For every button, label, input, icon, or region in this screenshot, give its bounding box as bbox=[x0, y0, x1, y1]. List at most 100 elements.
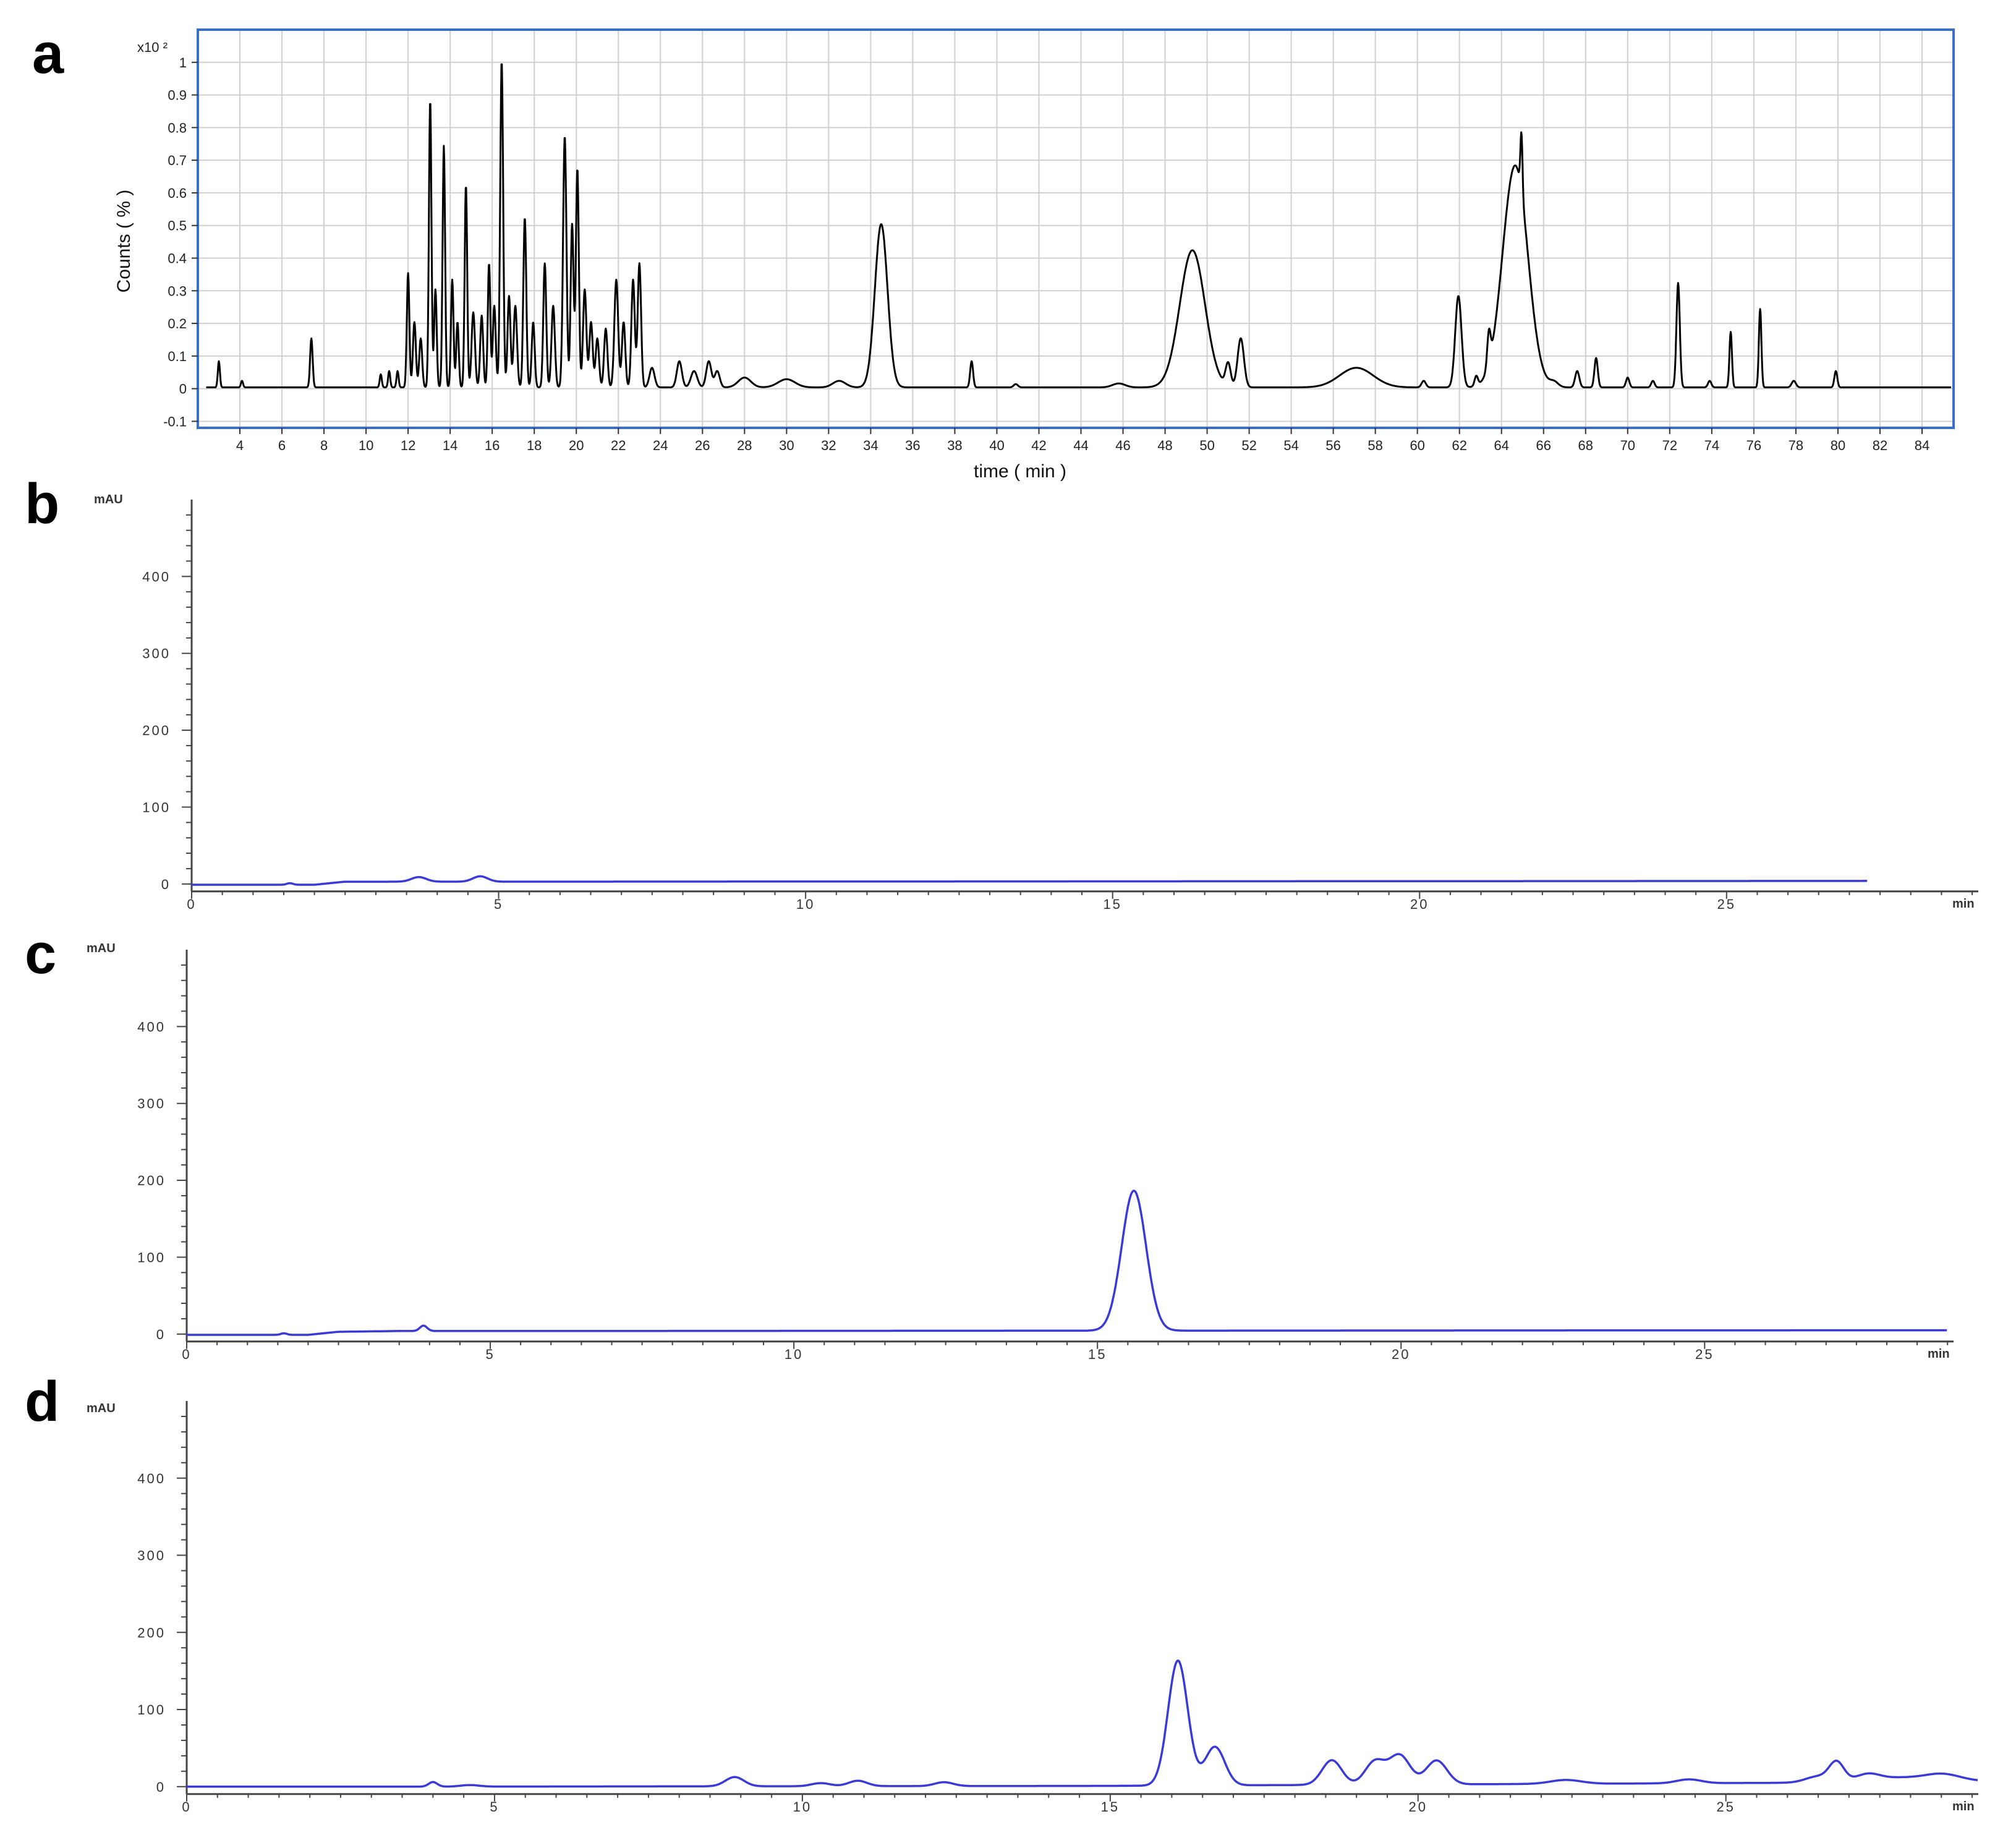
x-tick-label: 12 bbox=[401, 438, 415, 453]
y-tick-label: 300 bbox=[142, 646, 171, 662]
x-tick-label: 0 bbox=[182, 1347, 191, 1362]
y-tick-label: -0.1 bbox=[163, 414, 187, 429]
y-tick-label: 0.4 bbox=[168, 251, 187, 266]
x-tick-label: 72 bbox=[1662, 438, 1677, 453]
y-tick-label: 0 bbox=[161, 877, 171, 892]
chart-c-chromatogram: 0 100 200 300 400 mAU min 0 5 10 15 20 25 bbox=[87, 942, 1954, 1362]
x-tick-label: 10 bbox=[359, 438, 373, 453]
y-tick-label: 0.7 bbox=[168, 153, 187, 168]
y-tick-label: 0.1 bbox=[168, 349, 187, 364]
plot-frame bbox=[197, 28, 1955, 429]
y-tick-label: 0.9 bbox=[168, 88, 187, 103]
x-tick-label: 15 bbox=[1101, 1799, 1120, 1815]
y-tick-label: 0 bbox=[179, 381, 187, 397]
chart-a-mass-spectrum: -0.100.10.20.30.40.50.60.70.80.914 6 8 10 12… bbox=[114, 28, 1955, 482]
x-tick-label: 25 bbox=[1695, 1347, 1714, 1362]
x-tick-label: 82 bbox=[1873, 438, 1887, 453]
x-tick-label: 4 bbox=[236, 438, 244, 453]
x-tick-label: 48 bbox=[1157, 438, 1172, 453]
x-tick-label: 74 bbox=[1704, 438, 1719, 453]
x-tick-label: 52 bbox=[1241, 438, 1256, 453]
x-tick-label: 8 bbox=[320, 438, 328, 453]
y-unit-label: mAU bbox=[94, 493, 123, 506]
x-tick-label: 15 bbox=[1103, 896, 1121, 912]
y-tick-label: 100 bbox=[142, 799, 171, 815]
y-tick-label: 400 bbox=[137, 1019, 166, 1034]
x-unit-label: min bbox=[1952, 1800, 1975, 1813]
x-tick-label: 58 bbox=[1368, 438, 1382, 453]
x-tick-label: 46 bbox=[1115, 438, 1130, 453]
y-tick-label: 0 bbox=[156, 1327, 166, 1342]
chart-b-chromatogram: 0 100 200 300 400 mAU min 0 5 10 15 20 25 bbox=[94, 493, 1978, 912]
x-tick-label: 64 bbox=[1494, 438, 1509, 453]
x-tick-label: 56 bbox=[1325, 438, 1340, 453]
y-tick-label: 200 bbox=[137, 1625, 166, 1640]
x-tick-label: 22 bbox=[611, 438, 626, 453]
x-tick-label: 20 bbox=[1409, 1799, 1427, 1815]
y-tick-label: 1 bbox=[179, 55, 187, 70]
x-tick-label: 5 bbox=[485, 1347, 495, 1362]
y-tick-label: 0.2 bbox=[168, 316, 187, 331]
x-tick-label: 80 bbox=[1831, 438, 1845, 453]
x-tick-label: 6 bbox=[278, 438, 286, 453]
y-tick-label: 300 bbox=[137, 1096, 166, 1112]
y-tick-label: 0 bbox=[156, 1779, 166, 1795]
x-tick-label: 36 bbox=[905, 438, 920, 453]
x-tick-label: 10 bbox=[793, 1799, 812, 1815]
x-tick-label: 0 bbox=[182, 1799, 191, 1815]
figure-canvas: a b c d -0.1 0 0.1 0.2 0.3 0.4 0.5 0.6 0.7 0.8 0.9… bbox=[25, 22, 1978, 1815]
x-tick-label: 44 bbox=[1073, 438, 1088, 453]
x-tick-label: 34 bbox=[863, 438, 878, 453]
y-unit-label: mAU bbox=[87, 1402, 116, 1415]
x-tick-label: 40 bbox=[989, 438, 1004, 453]
x-tick-label: 16 bbox=[485, 438, 500, 453]
y-tick-label: 400 bbox=[142, 569, 171, 584]
x-tick-label: 25 bbox=[1716, 1799, 1735, 1815]
panel-label-c: c bbox=[25, 922, 56, 986]
uv-trace-line bbox=[186, 1659, 1978, 1788]
x-tick-label: 26 bbox=[695, 438, 710, 453]
uv-trace-line bbox=[191, 875, 1868, 886]
y-tick-label: 0.3 bbox=[168, 283, 187, 299]
x-tick-label: 5 bbox=[490, 1799, 499, 1815]
x-tick-label: 62 bbox=[1452, 438, 1466, 453]
y-tick-label: 0.5 bbox=[168, 218, 187, 234]
x-tick-label: 5 bbox=[494, 896, 503, 912]
x-tick-label: 20 bbox=[1410, 896, 1429, 912]
x-tick-label: 14 bbox=[443, 438, 457, 453]
x-unit-label: min bbox=[1952, 897, 1975, 911]
y-tick-label: 0.8 bbox=[168, 120, 187, 135]
y-tick-label: 200 bbox=[142, 723, 171, 738]
x-axis-title: time ( min ) bbox=[974, 461, 1066, 482]
y-tick-label: 0.6 bbox=[168, 185, 187, 201]
x-tick-label: 20 bbox=[1392, 1347, 1410, 1362]
x-tick-label: 84 bbox=[1915, 438, 1929, 453]
y-tick-label: 100 bbox=[137, 1702, 166, 1718]
panel-label-b: b bbox=[25, 472, 59, 535]
uv-trace-line bbox=[186, 1190, 1947, 1336]
x-tick-label: 20 bbox=[569, 438, 584, 453]
x-tick-label: 50 bbox=[1199, 438, 1214, 453]
x-unit-label: min bbox=[1928, 1347, 1950, 1361]
x-tick-label: 10 bbox=[785, 1347, 803, 1362]
y-unit-label: mAU bbox=[87, 942, 116, 955]
x-tick-label: 0 bbox=[187, 896, 196, 912]
x-tick-label: 28 bbox=[737, 438, 752, 453]
y-axis-title: Counts ( % ) bbox=[114, 190, 134, 293]
x-tick-label: 18 bbox=[527, 438, 542, 453]
x-tick-label: 38 bbox=[947, 438, 962, 453]
y-scale-factor: x10 ² bbox=[137, 40, 168, 55]
x-tick-label: 15 bbox=[1088, 1347, 1107, 1362]
x-tick-label: 25 bbox=[1717, 896, 1736, 912]
panel-label-d: d bbox=[25, 1370, 59, 1433]
x-tick-label: 60 bbox=[1410, 438, 1424, 453]
x-tick-label: 54 bbox=[1283, 438, 1298, 453]
x-tick-label: 68 bbox=[1578, 438, 1593, 453]
y-tick-label: 300 bbox=[137, 1548, 166, 1564]
x-tick-label: 66 bbox=[1536, 438, 1551, 453]
x-tick-label: 30 bbox=[779, 438, 794, 453]
x-tick-label: 10 bbox=[796, 896, 815, 912]
y-tick-label: 100 bbox=[137, 1250, 166, 1265]
panel-label-a: a bbox=[32, 22, 64, 85]
x-tick-label: 42 bbox=[1031, 438, 1046, 453]
